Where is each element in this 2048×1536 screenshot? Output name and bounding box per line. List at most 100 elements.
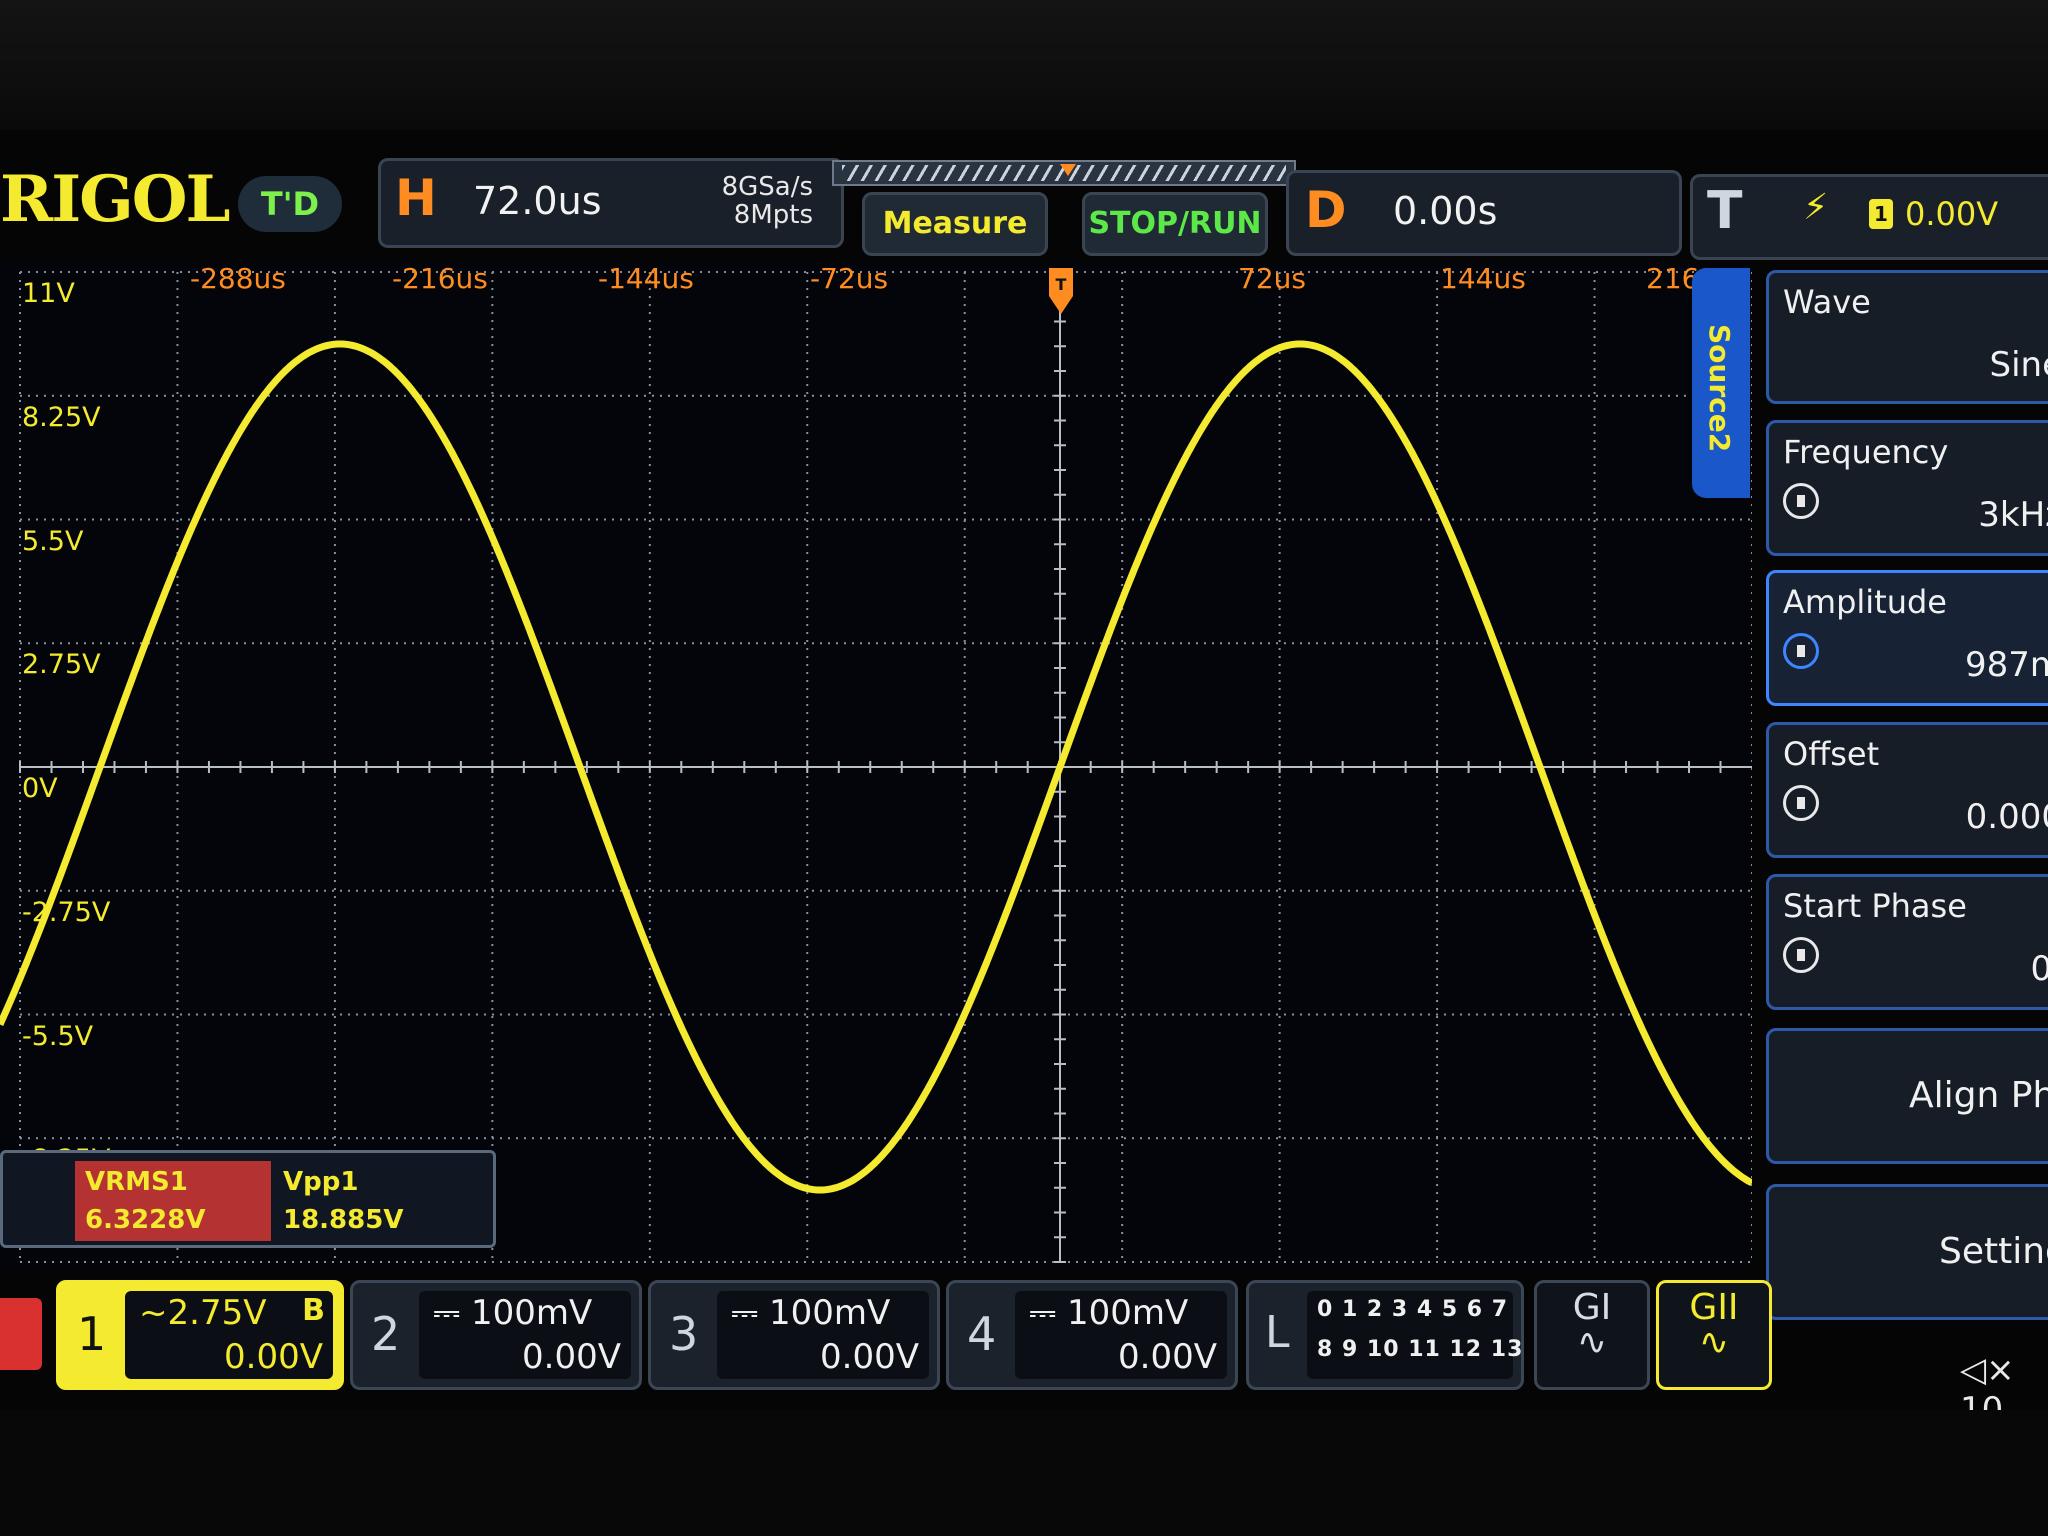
measurement-vrms[interactable]: VRMS1 6.3228V [75,1161,271,1241]
run-status-indicator [0,1298,42,1370]
menu-tab-label: Source2 [1703,324,1736,453]
menu-item-label: Align Pha [1909,1075,2048,1116]
measurement-name: Vpp1 [283,1167,359,1197]
rising-edge-icon: ⚡ [1803,187,1829,228]
channel-number: 3 [669,1307,699,1361]
trigger-letter: T [1707,181,1743,241]
ac-coupling-icon: ~ [139,1293,168,1333]
menu-item-label: Amplitude [1783,583,1947,621]
memory-position-strip[interactable] [832,160,1296,186]
generator-1-button[interactable]: GI ∿ [1534,1280,1650,1390]
horizontal-panel[interactable]: H 72.0us 8GSa/s 8Mpts [378,158,844,248]
menu-item-value: 0. [2030,949,2048,989]
screen-bezel-bottom [0,1410,2048,1536]
volt-axis-label: -5.5V [22,1020,94,1052]
sample-rate: 8GSa/s [721,172,813,202]
sine-wave-icon: ∿ [1698,1322,1730,1363]
acquisition-info: 8GSa/s 8Mpts [722,173,813,229]
measurement-value: 6.3228V [85,1205,206,1235]
time-axis-label: -144us [598,262,694,295]
menu-item-label: Frequency [1783,433,1949,471]
menu-item-label: Setting [1939,1231,2048,1272]
volt-axis-label: -2.75V [22,896,111,928]
logic-channels: 0 1 2 3 4 5 6 7 8 9 10 11 12 13 14 15 [1307,1291,1605,1379]
channel-offset: 0.00V [224,1337,323,1377]
channel-settings: ~2.75V B 0.00V [125,1291,333,1379]
channel-offset: 0.00V [820,1337,919,1377]
time-axis-label: 144us [1440,262,1526,295]
channel-settings: ⎓ 100mV 0.00V [717,1291,929,1379]
measurement-value: 18.885V [283,1205,404,1235]
knob-icon [1783,483,1819,519]
knob-icon [1783,937,1819,973]
measurement-name: VRMS1 [85,1167,188,1197]
channel-3-card[interactable]: 3 ⎓ 100mV 0.00V [648,1280,940,1390]
dc-coupling-icon: ⎓ [1029,1293,1067,1333]
time-axis-label: 72us [1238,262,1306,295]
dc-coupling-icon: ⎓ [433,1293,471,1333]
trigger-position-marker-icon[interactable]: T [1048,268,1074,314]
menu-item-label: Offset [1783,735,1880,773]
volt-axis-label: 8.25V [22,401,101,433]
trigger-level: 0.00V [1905,195,1999,233]
trigger-source-badge: 1 [1869,199,1893,229]
menu-item-value: Sine [1989,345,2048,385]
trigger-panel[interactable]: T ⚡ 1 0.00V [1690,174,2048,260]
menu-item-value: 0.000 [1965,797,2048,837]
measure-button[interactable]: Measure [862,192,1048,256]
channel-settings: ⎓ 100mV 0.00V [1015,1291,1227,1379]
knob-icon [1783,633,1819,669]
measurement-vpp[interactable]: Vpp1 18.885V [273,1161,483,1241]
td-mode-badge[interactable]: T'D [238,176,342,232]
volt-axis-label: 5.5V [22,525,84,557]
menu-item-label: Wave [1783,283,1871,321]
top-status-bar: RIGOL T'D H 72.0us 8GSa/s 8Mpts Measure … [0,140,2048,260]
delay-value: 0.00s [1393,189,1498,233]
channel-offset: 0.00V [522,1337,621,1377]
channel-settings: ⎓ 100mV 0.00V [419,1291,631,1379]
channel-number: 1 [77,1307,107,1361]
channel-number: 2 [371,1307,401,1361]
time-axis-label: -288us [190,262,286,295]
dc-coupling-icon: ⎓ [731,1293,769,1333]
speaker-icon: ◁× [1960,1350,2015,1390]
stop-run-button[interactable]: STOP/RUN [1082,192,1268,256]
memory-position-marker-icon [1060,164,1076,176]
delay-letter: D [1305,181,1347,239]
generator-2-button[interactable]: GII ∿ [1656,1280,1772,1390]
volt-axis-label: 2.75V [22,649,101,681]
menu-item-frequency[interactable]: Frequency 3kHz [1766,420,2048,556]
channel-1-card[interactable]: 1 ~2.75V B 0.00V [56,1280,344,1390]
channel-bar: 1 ~2.75V B 0.00V 2 ⎓ 100mV 0.00V 3 ⎓ 100… [0,1270,2048,1430]
channel-scale: ⎓ 100mV [433,1293,592,1333]
menu-item-wave[interactable]: Wave Sine [1766,270,2048,404]
channel-2-card[interactable]: 2 ⎓ 100mV 0.00V [350,1280,642,1390]
bandwidth-limit-badge: B [302,1293,325,1328]
sine-wave-icon: ∿ [1576,1322,1608,1363]
measurement-results[interactable]: VRMS1 6.3228V Vpp1 18.885V [0,1150,496,1248]
menu-item-amplitude[interactable]: Amplitude 987m [1766,570,2048,706]
timebase-value: 72.0us [473,179,602,223]
logic-analyzer-card[interactable]: L 0 1 2 3 4 5 6 7 8 9 10 11 12 13 14 15 [1246,1280,1605,1390]
menu-tab-source2[interactable]: Source2 [1692,268,1750,498]
knob-icon [1783,785,1819,821]
waveform-display[interactable] [0,262,1752,1268]
menu-item-align-phase[interactable]: Align Pha [1766,1028,2048,1164]
time-axis-label: -216us [392,262,488,295]
delay-panel[interactable]: D 0.00s [1286,170,1682,256]
graticule [0,271,1752,1263]
channel-scale: ⎓ 100mV [1029,1293,1188,1333]
menu-item-start-phase[interactable]: Start Phase 0. [1766,874,2048,1010]
channel-number: 4 [967,1307,997,1361]
channel-scale: ~2.75V [139,1293,266,1333]
time-axis-label: -72us [810,262,889,295]
channel-scale: ⎓ 100mV [731,1293,890,1333]
channel-4-card[interactable]: 4 ⎓ 100mV 0.00V [946,1280,1238,1390]
channel-scale-value: 2.75V [167,1293,267,1333]
logic-channels-row1: 0 1 2 3 4 5 6 7 [1317,1297,1509,1322]
volt-axis-label: 0V [22,773,58,804]
menu-item-offset[interactable]: Offset 0.000 [1766,722,2048,858]
channel-scale-value: 100mV [768,1293,891,1333]
screen-bezel-top [0,0,2048,130]
menu-item-value: 3kHz [1978,495,2048,535]
